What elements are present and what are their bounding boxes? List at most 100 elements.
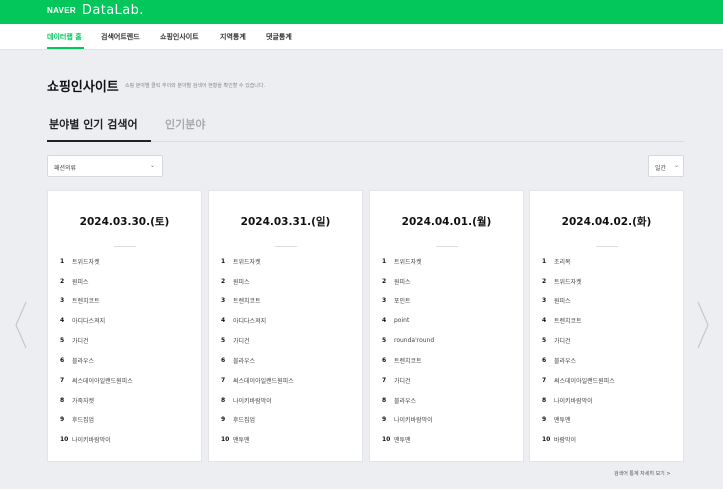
keyword-link[interactable]: 블라우스 xyxy=(233,356,255,365)
keyword-link[interactable]: 후드집업 xyxy=(233,415,255,424)
keyword-rank-item[interactable]: 7 써스데이아일랜드원피스 xyxy=(60,374,133,386)
keyword-rank-item[interactable]: 9 나이키바람막이 xyxy=(382,413,433,425)
keyword-rank-item[interactable]: 5 가디건 xyxy=(221,334,250,346)
keyword-rank-item[interactable]: 1 트위드자켓 xyxy=(382,255,422,267)
keyword-rank-item[interactable]: 3 트렌치코트 xyxy=(60,294,100,306)
keyword-rank-item[interactable]: 1 조리복 xyxy=(542,255,571,267)
keyword-link[interactable]: 원피스 xyxy=(394,277,411,286)
keyword-rank-item[interactable]: 2 원피스 xyxy=(382,275,411,287)
keyword-rank-item[interactable]: 7 써스데이아일랜드원피스 xyxy=(221,374,294,386)
keyword-link[interactable]: 트위드자켓 xyxy=(554,277,582,286)
keyword-rank-item[interactable]: 4 point xyxy=(382,314,409,326)
keyword-link[interactable]: 아디다스져지 xyxy=(233,316,266,325)
keyword-link[interactable]: 트위드자켓 xyxy=(72,257,100,266)
naver-datalab-logo[interactable]: NAVER DataLab. xyxy=(47,3,144,18)
keyword-link[interactable]: 나이키바람막이 xyxy=(72,435,111,444)
keyword-rank-item[interactable]: 6 트렌치코트 xyxy=(382,354,422,366)
keyword-link[interactable]: 아디다스져지 xyxy=(72,316,105,325)
rank-number: 6 xyxy=(382,356,387,364)
keyword-link[interactable]: 가디건 xyxy=(394,376,411,385)
keyword-rank-item[interactable]: 2 원피스 xyxy=(60,275,89,287)
nav-item-datalab-home[interactable]: 데이터랩 홈 xyxy=(47,32,82,42)
rank-number: 3 xyxy=(60,296,65,304)
keyword-link[interactable]: 블라우스 xyxy=(394,396,416,405)
keyword-link[interactable]: 포인트 xyxy=(394,296,411,305)
keyword-link[interactable]: 트렌치코트 xyxy=(72,296,100,305)
keyword-link[interactable]: 써스데이아일랜드원피스 xyxy=(554,376,615,385)
tab-popular-categories[interactable]: 인기분야 xyxy=(165,116,205,132)
category-select[interactable]: 패션의류 ⌄ xyxy=(47,155,163,177)
prev-arrow-icon[interactable] xyxy=(14,300,28,350)
keyword-link[interactable]: 트렌치코트 xyxy=(554,316,582,325)
rank-number: 7 xyxy=(221,376,226,384)
keyword-rank-item[interactable]: 8 블라우스 xyxy=(382,394,416,406)
keyword-rank-item[interactable]: 6 블라우스 xyxy=(60,354,94,366)
keyword-link[interactable]: 블라우스 xyxy=(72,356,94,365)
keyword-link[interactable]: 나이키바람막이 xyxy=(233,396,272,405)
keyword-rank-item[interactable]: 3 트렌치코트 xyxy=(221,294,261,306)
card-date: 2024.03.31.(일) xyxy=(240,216,331,228)
keyword-rank-item[interactable]: 3 원피스 xyxy=(542,294,571,306)
keyword-rank-item[interactable]: 5 가디건 xyxy=(60,334,89,346)
keyword-rank-item[interactable]: 10 나이키바람막이 xyxy=(60,433,111,445)
nav-item-regional-stats[interactable]: 지역통계 xyxy=(220,32,246,42)
keyword-link[interactable]: 나이키바람막이 xyxy=(394,415,433,424)
keyword-link[interactable]: 원피스 xyxy=(554,296,571,305)
nav-item-search-trend[interactable]: 검색어트렌드 xyxy=(101,32,140,42)
keyword-rank-item[interactable]: 4 아디다스져지 xyxy=(221,314,266,326)
keyword-link[interactable]: 가디건 xyxy=(233,336,250,345)
keyword-link[interactable]: 원피스 xyxy=(233,277,250,286)
keyword-link[interactable]: 가죽자켓 xyxy=(72,396,94,405)
keyword-rank-item[interactable]: 3 포인트 xyxy=(382,294,411,306)
keyword-link[interactable]: point xyxy=(394,317,409,324)
nav-item-comment-stats[interactable]: 댓글통계 xyxy=(266,32,292,42)
keyword-rank-item[interactable]: 8 가죽자켓 xyxy=(60,394,94,406)
nav-item-shopping-insight[interactable]: 쇼핑인사이트 xyxy=(160,32,199,42)
keyword-rank-item[interactable]: 9 후드집업 xyxy=(221,413,255,425)
keyword-link[interactable]: 가디건 xyxy=(554,336,571,345)
keyword-rank-item[interactable]: 9 후드집업 xyxy=(60,413,94,425)
keyword-rank-item[interactable]: 8 나이키바람막이 xyxy=(542,394,593,406)
keyword-rank-item[interactable]: 6 블라우스 xyxy=(221,354,255,366)
keyword-link[interactable]: 맨투맨 xyxy=(394,435,411,444)
keyword-stats-more-link[interactable]: 검색어 통계 자세히 보기 > xyxy=(614,470,671,477)
keyword-link[interactable]: 원피스 xyxy=(72,277,89,286)
keyword-link[interactable]: 트위드자켓 xyxy=(394,257,422,266)
keyword-link[interactable]: 트렌치코트 xyxy=(233,296,261,305)
keyword-rank-item[interactable]: 1 트위드자켓 xyxy=(60,255,100,267)
keyword-link[interactable]: 가디건 xyxy=(72,336,89,345)
keyword-rank-item[interactable]: 1 트위드자켓 xyxy=(221,255,261,267)
keyword-link[interactable]: 조리복 xyxy=(554,257,571,266)
tab-active-indicator xyxy=(47,140,151,142)
keyword-link[interactable]: 써스데이아일랜드원피스 xyxy=(72,376,133,385)
keyword-link[interactable]: 블라우스 xyxy=(554,356,576,365)
keyword-link[interactable]: rounda'round xyxy=(394,337,434,344)
keyword-link[interactable]: 트위드자켓 xyxy=(233,257,261,266)
keyword-link[interactable]: 맨투맨 xyxy=(233,435,250,444)
keyword-link[interactable]: 트렌치코트 xyxy=(394,356,422,365)
keyword-link[interactable]: 맨투맨 xyxy=(554,415,571,424)
keyword-rank-item[interactable]: 10 맨투맨 xyxy=(221,433,250,445)
keyword-rank-item[interactable]: 5 가디건 xyxy=(542,334,571,346)
keyword-link[interactable]: 써스데이아일랜드원피스 xyxy=(233,376,294,385)
keyword-rank-item[interactable]: 2 원피스 xyxy=(221,275,250,287)
keyword-link[interactable]: 바람막이 xyxy=(554,435,576,444)
keyword-rank-item[interactable]: 2 트위드자켓 xyxy=(542,275,582,287)
keyword-rank-item[interactable]: 7 써스데이아일랜드원피스 xyxy=(542,374,615,386)
keyword-link[interactable]: 나이키바람막이 xyxy=(554,396,593,405)
keyword-rank-item[interactable]: 6 블라우스 xyxy=(542,354,576,366)
keyword-rank-item[interactable]: 9 맨투맨 xyxy=(542,413,571,425)
rank-number: 2 xyxy=(382,277,387,285)
keyword-rank-item[interactable]: 7 가디건 xyxy=(382,374,411,386)
keyword-rank-item[interactable]: 4 트렌치코트 xyxy=(542,314,582,326)
keyword-rank-item[interactable]: 4 아디다스져지 xyxy=(60,314,105,326)
tab-popular-keywords-by-category[interactable]: 분야별 인기 검색어 xyxy=(49,116,138,132)
keyword-rank-item[interactable]: 10 맨투맨 xyxy=(382,433,411,445)
keyword-link[interactable]: 후드집업 xyxy=(72,415,94,424)
keyword-rank-item[interactable]: 10 바람막이 xyxy=(542,433,576,445)
top-header: NAVER DataLab. xyxy=(0,0,723,24)
next-arrow-icon[interactable] xyxy=(696,300,710,350)
keyword-rank-item[interactable]: 8 나이키바람막이 xyxy=(221,394,272,406)
period-select[interactable]: 일간 ⌄ xyxy=(648,155,684,177)
keyword-rank-item[interactable]: 5 rounda'round xyxy=(382,334,434,346)
